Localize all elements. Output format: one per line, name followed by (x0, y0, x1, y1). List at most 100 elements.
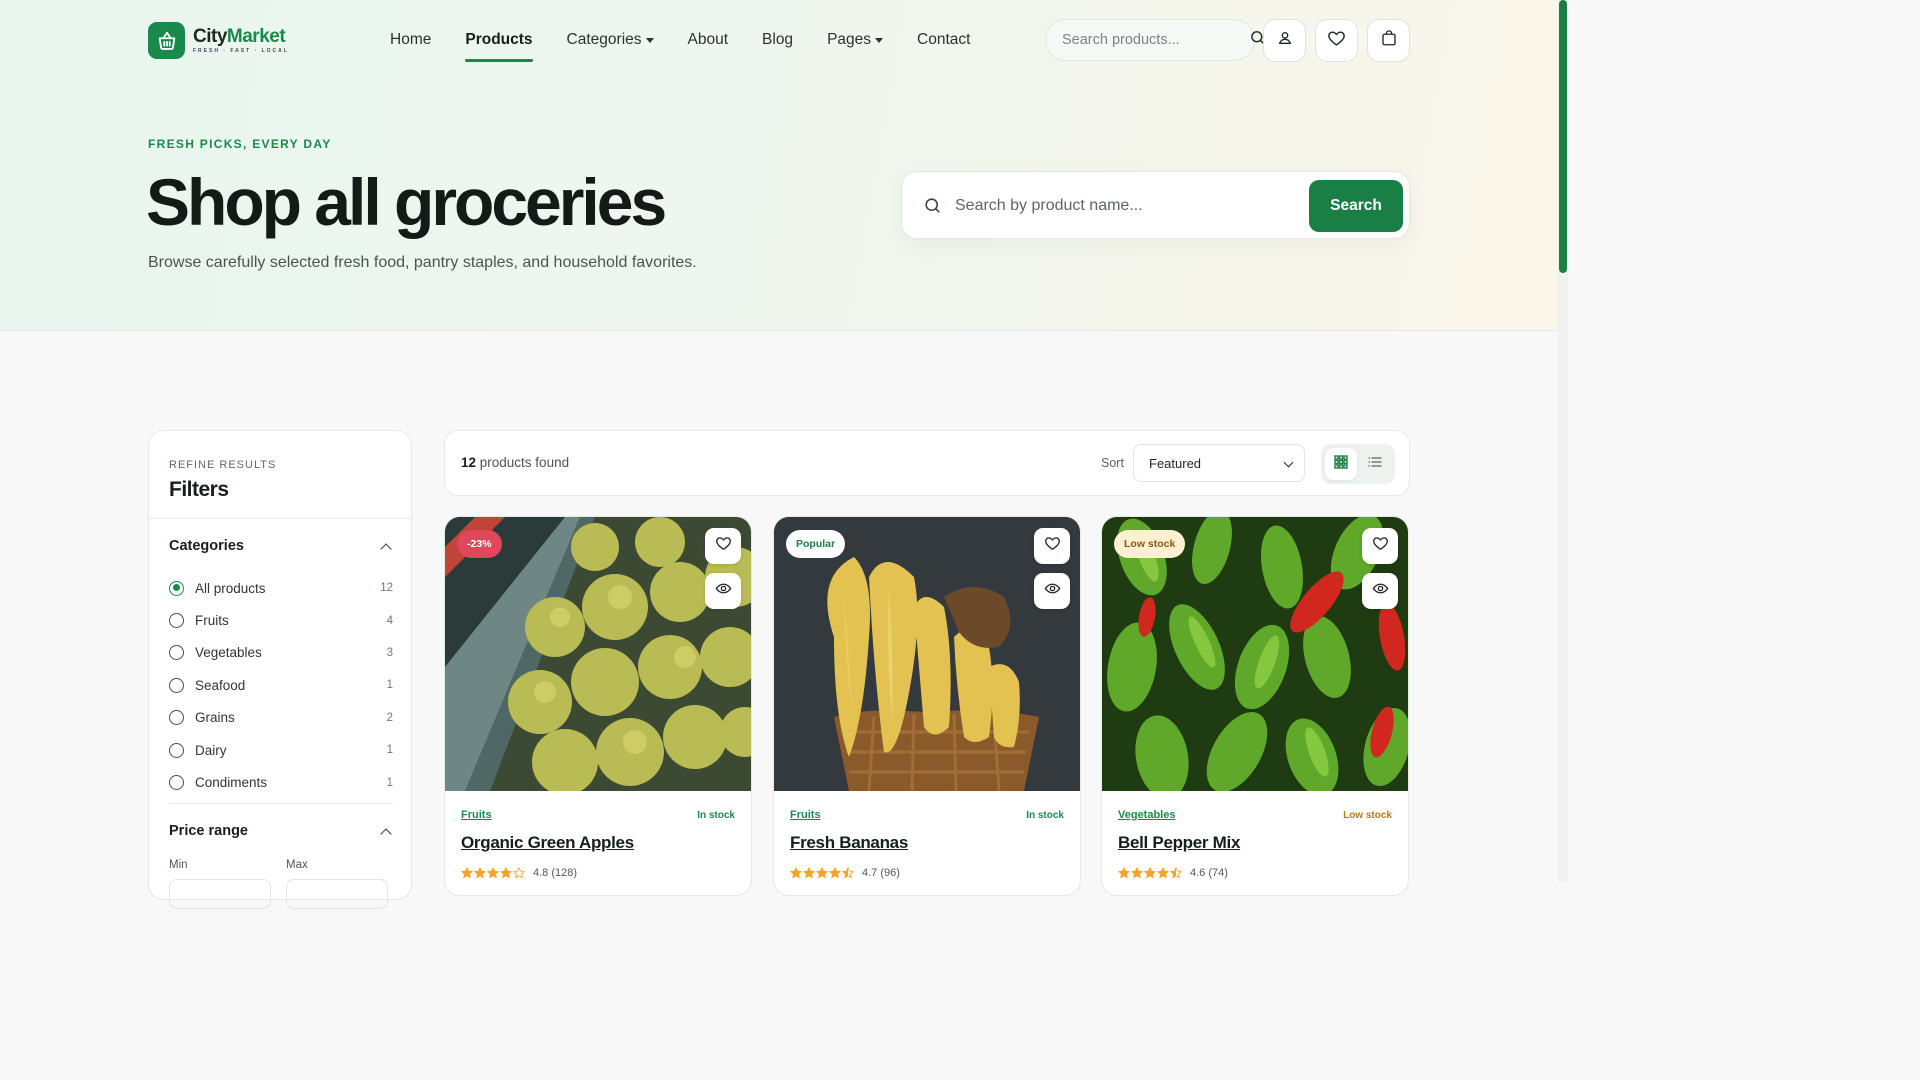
price-max-input[interactable] (286, 879, 388, 909)
page-title: Shop all groceries (146, 165, 667, 239)
category-option-fruits[interactable]: Fruits 4 (169, 604, 393, 636)
scrollbar-thumb[interactable] (1559, 0, 1567, 273)
list-icon (1368, 455, 1382, 473)
list-view-button[interactable] (1359, 448, 1391, 480)
grid-view-button[interactable] (1325, 448, 1357, 480)
caret-down-icon (875, 37, 884, 43)
rating-value: 4.6 (1190, 867, 1206, 879)
category-label: Fruits (195, 613, 229, 629)
header-search-input[interactable] (1062, 32, 1249, 48)
product-category-link[interactable]: Fruits (790, 809, 821, 821)
page-scrollbar[interactable] (1558, 0, 1568, 882)
quick-view-button[interactable] (1362, 573, 1398, 609)
product-name-link[interactable]: Bell Pepper Mix (1118, 833, 1240, 853)
star-icon (790, 867, 802, 879)
add-to-wishlist-button[interactable] (705, 528, 741, 564)
category-option-vegetables[interactable]: Vegetables 3 (169, 637, 393, 669)
radio-button[interactable] (169, 677, 184, 693)
price-min-input[interactable] (169, 879, 271, 909)
nav-categories[interactable]: Categories (567, 18, 654, 62)
chevron-up-icon (380, 542, 392, 555)
price-min-label: Min (169, 859, 188, 871)
heart-icon (1327, 29, 1346, 53)
product-card[interactable]: Low stock Vegetables Low stock Bell Pepp… (1101, 516, 1409, 896)
star-icon (1131, 867, 1143, 879)
category-option-condiments[interactable]: Condiments 1 (169, 766, 393, 798)
category-count: 12 (380, 582, 393, 595)
wishlist-button[interactable] (1315, 19, 1358, 62)
nav-home[interactable]: Home (390, 18, 431, 62)
search-button[interactable]: Search (1309, 180, 1403, 232)
add-to-wishlist-button[interactable] (1034, 528, 1070, 564)
heart-icon (1044, 535, 1061, 557)
categories-heading: Categories (169, 538, 244, 554)
grid-icon (1334, 454, 1348, 474)
results-toolbar: 12 products found Sort Featured (444, 430, 1410, 496)
heart-icon (1372, 535, 1389, 557)
cart-button[interactable] (1367, 19, 1410, 62)
brand-logo[interactable]: CityMarket FRESH · FAST · LOCAL (148, 22, 289, 59)
categories-section-toggle[interactable]: Categories (169, 538, 393, 555)
header-search (1045, 19, 1264, 61)
price-heading: Price range (169, 823, 248, 839)
category-label: Dairy (195, 742, 227, 758)
product-search-input[interactable] (955, 194, 1285, 218)
product-card[interactable]: Popular Fruits In stock Fresh Bananas 4.… (773, 516, 1081, 896)
discount-badge: -23% (457, 530, 502, 558)
sort-select[interactable]: Featured (1133, 444, 1305, 482)
account-button[interactable] (1263, 19, 1306, 62)
product-category-link[interactable]: Fruits (461, 809, 492, 821)
product-image-bananas[interactable]: Popular (774, 517, 1080, 791)
star-icon (1157, 867, 1169, 879)
quick-view-button[interactable] (1034, 573, 1070, 609)
star-icon (803, 867, 815, 879)
product-name-link[interactable]: Organic Green Apples (461, 833, 634, 853)
category-list: All products 12 Fruits 4 Vegetables 3 Se… (169, 572, 393, 799)
site-header: CityMarket FRESH · FAST · LOCAL Home Pro… (148, 18, 1410, 62)
hero-subtitle: Browse carefully selected fresh food, pa… (148, 254, 697, 271)
star-icon (500, 867, 512, 879)
chevron-up-icon (380, 827, 392, 840)
product-image-green-apples[interactable]: -23% (445, 517, 751, 791)
category-label: Vegetables (195, 645, 262, 661)
category-count: 1 (386, 744, 393, 757)
chevron-down-icon (1283, 457, 1294, 468)
star-icon (829, 867, 841, 879)
divider (169, 803, 393, 804)
category-option-dairy[interactable]: Dairy 1 (169, 734, 393, 766)
radio-button[interactable] (169, 645, 184, 661)
category-option-grains[interactable]: Grains 2 (169, 702, 393, 734)
low-stock-badge: Low stock (1114, 530, 1186, 558)
star-icon (474, 867, 486, 879)
quick-view-button[interactable] (705, 573, 741, 609)
product-category-link[interactable]: Vegetables (1118, 809, 1175, 821)
price-section-toggle[interactable]: Price range (169, 823, 393, 840)
nav-about[interactable]: About (688, 18, 729, 62)
nav-contact[interactable]: Contact (917, 18, 970, 62)
star-rating-icons (790, 867, 855, 879)
stock-status: Low stock (1343, 810, 1392, 821)
review-count: (128) (551, 867, 578, 879)
filters-panel: REFINE RESULTS Filters Categories All pr… (148, 430, 412, 909)
add-to-wishlist-button[interactable] (1362, 528, 1398, 564)
heart-icon (715, 535, 732, 557)
radio-button[interactable] (169, 580, 184, 596)
product-image-bell-peppers[interactable]: Low stock (1102, 517, 1408, 791)
star-icon (1144, 867, 1156, 879)
radio-button[interactable] (169, 613, 184, 629)
nav-blog[interactable]: Blog (762, 18, 793, 62)
product-card[interactable]: -23% Fruits In stock Organic Green Apple… (444, 516, 752, 896)
category-label: Grains (195, 710, 235, 726)
radio-button[interactable] (169, 710, 184, 726)
product-name-link[interactable]: Fresh Bananas (790, 833, 908, 853)
radio-button[interactable] (169, 742, 184, 758)
category-label: Seafood (195, 677, 246, 693)
radio-button[interactable] (169, 775, 184, 791)
star-icon (1118, 867, 1130, 879)
nav-products[interactable]: Products (465, 18, 533, 62)
stock-status: In stock (1026, 810, 1064, 821)
category-option-seafood[interactable]: Seafood 1 (169, 669, 393, 701)
divider (149, 518, 411, 519)
category-option-all[interactable]: All products 12 (169, 572, 393, 604)
nav-pages[interactable]: Pages (827, 18, 884, 62)
